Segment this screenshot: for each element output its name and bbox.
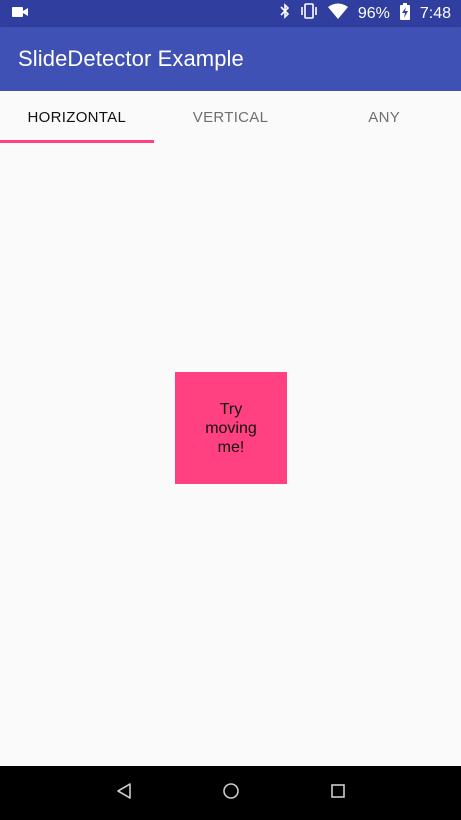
video-camera-icon	[12, 5, 28, 23]
draggable-box[interactable]: Try moving me!	[175, 372, 287, 484]
content-area: Try moving me!	[0, 143, 461, 766]
battery-charging-icon	[399, 2, 410, 25]
vibrate-icon	[300, 3, 318, 24]
tab-horizontal[interactable]: HORIZONTAL	[0, 91, 154, 143]
recents-icon	[330, 783, 346, 804]
home-icon	[222, 782, 240, 805]
app-bar: SlideDetector Example	[0, 27, 461, 91]
tab-vertical[interactable]: VERTICAL	[154, 91, 308, 143]
navigation-bar	[0, 766, 461, 820]
wifi-icon	[327, 3, 348, 24]
tab-bar: HORIZONTAL VERTICAL ANY	[0, 91, 461, 143]
tab-any[interactable]: ANY	[307, 91, 461, 143]
back-icon	[115, 782, 133, 805]
status-bar: 96% 7:48	[0, 0, 461, 27]
draggable-box-label: Try moving me!	[205, 400, 257, 456]
home-button[interactable]	[211, 773, 251, 813]
back-button[interactable]	[104, 773, 144, 813]
clock: 7:48	[419, 4, 451, 22]
recents-button[interactable]	[318, 773, 358, 813]
bluetooth-icon	[280, 3, 290, 24]
battery-percent: 96%	[357, 4, 390, 22]
app-title: SlideDetector Example	[18, 46, 244, 71]
